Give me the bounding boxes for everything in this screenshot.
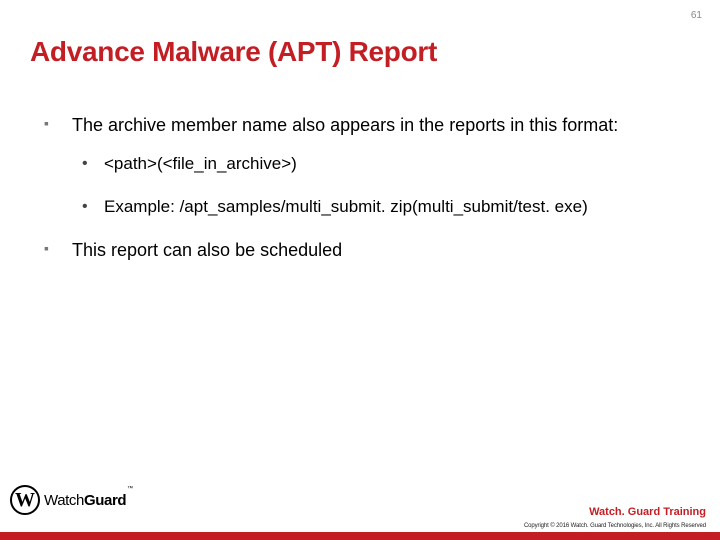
page-number: 61 — [691, 10, 702, 21]
logo-letter: W — [15, 490, 35, 510]
sub-bullet-item: <path>(<file_in_archive>) — [78, 152, 690, 177]
sub-bullet-text: Example: /apt_samples/multi_submit. zip(… — [104, 197, 588, 216]
slide-title: Advance Malware (APT) Report — [30, 36, 437, 68]
sub-bullet-text: <path>(<file_in_archive>) — [104, 154, 297, 173]
footer-top-row: W WatchGuard™ Watch. Guard Training — [0, 482, 720, 522]
content-area: The archive member name also appears in … — [42, 112, 690, 277]
logo-mark-icon: W — [10, 485, 40, 515]
footer-red-bar — [0, 532, 720, 540]
bullet-item: This report can also be scheduled — [42, 237, 690, 263]
bullet-item: The archive member name also appears in … — [42, 112, 690, 219]
logo-wordmark: WatchGuard™ — [44, 492, 132, 509]
trademark-symbol: ™ — [127, 486, 133, 492]
bullet-text: The archive member name also appears in … — [72, 115, 618, 135]
slide: 61 Advance Malware (APT) Report The arch… — [0, 0, 720, 540]
bullet-text: This report can also be scheduled — [72, 240, 342, 260]
logo-word-part2: Guard — [84, 492, 126, 509]
training-label: Watch. Guard Training — [589, 506, 706, 518]
watchguard-logo: W WatchGuard™ — [10, 482, 160, 518]
sub-bullet-item: Example: /apt_samples/multi_submit. zip(… — [78, 195, 690, 220]
logo-word-part1: Watch — [44, 492, 84, 509]
footer: W WatchGuard™ Watch. Guard Training Copy… — [0, 482, 720, 540]
copyright-text: Copyright © 2016 Watch. Guard Technologi… — [0, 522, 720, 532]
